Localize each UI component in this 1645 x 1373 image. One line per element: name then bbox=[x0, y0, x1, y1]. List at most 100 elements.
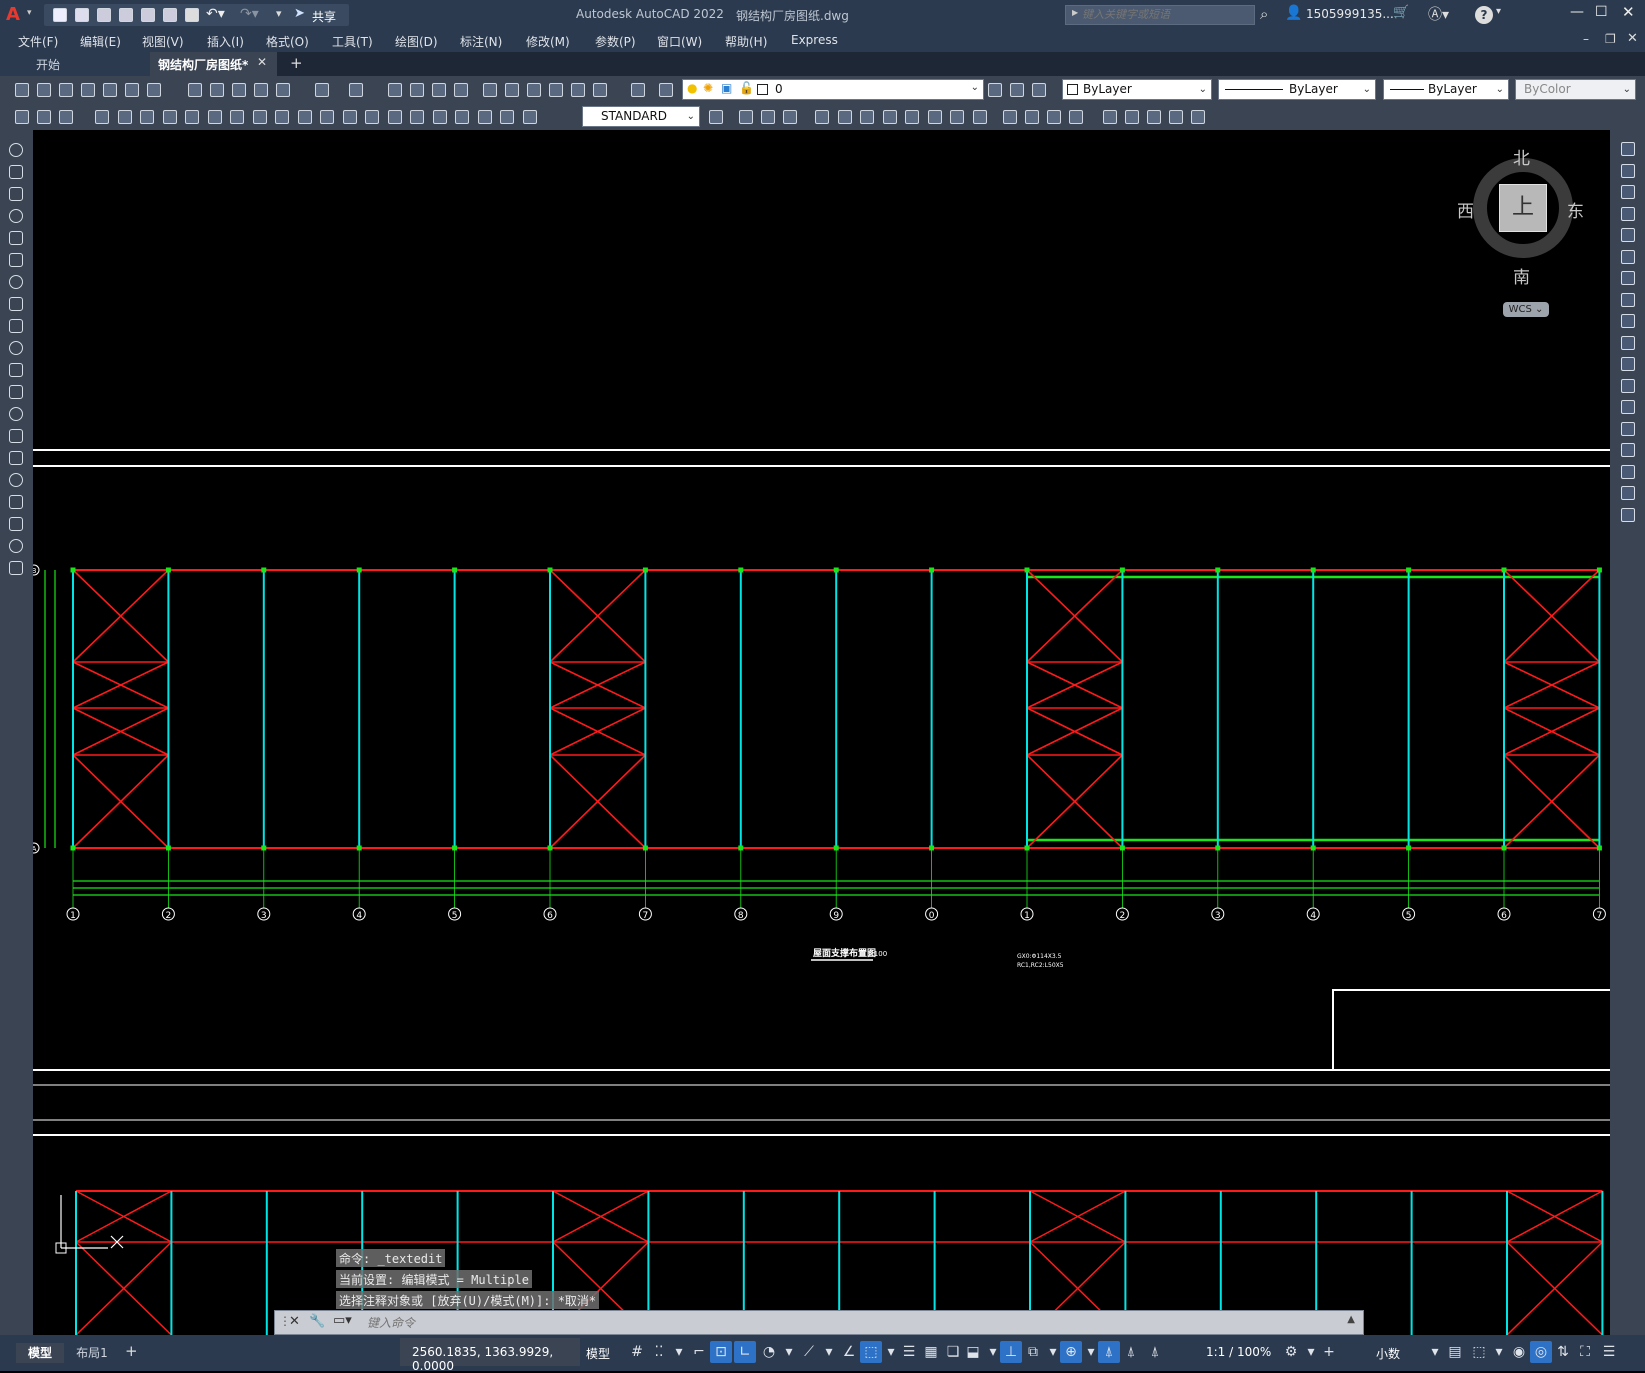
zoom-previous-icon[interactable] bbox=[451, 80, 471, 100]
dim-update-icon[interactable] bbox=[520, 107, 540, 127]
lineweight-dropdown[interactable]: ByLayer ⌄ bbox=[1383, 79, 1509, 100]
break-at-point-icon[interactable] bbox=[1619, 377, 1637, 395]
offset-icon[interactable] bbox=[1619, 205, 1637, 223]
inspect-icon[interactable] bbox=[430, 107, 450, 127]
close-icon[interactable]: ✕ bbox=[1622, 3, 1635, 21]
layer-viewport-icon[interactable]: ▣ bbox=[721, 81, 732, 95]
layer-lock-icon[interactable]: 🔓 bbox=[739, 81, 754, 95]
design-center-icon[interactable] bbox=[502, 80, 522, 100]
publish-icon[interactable] bbox=[138, 5, 158, 25]
menu-edit[interactable]: 编辑(E) bbox=[80, 33, 121, 50]
linetype-dropdown-arrow-icon[interactable]: ⌄ bbox=[1363, 80, 1371, 99]
make-current-layer-icon[interactable] bbox=[1029, 80, 1049, 100]
selection-cycling-icon[interactable]: ❏ bbox=[942, 1341, 964, 1363]
fullscreen-icon[interactable]: ⛶ bbox=[1574, 1341, 1596, 1363]
jogged-linear-icon[interactable] bbox=[452, 107, 472, 127]
insert-block-icon[interactable] bbox=[7, 383, 25, 401]
angular-icon[interactable] bbox=[250, 107, 270, 127]
auto-scale-icon[interactable]: ⍋ bbox=[1120, 1341, 1142, 1363]
isodraft-icon[interactable]: ⟋ bbox=[798, 1341, 820, 1363]
dimstyle-dropdown-arrow-icon[interactable]: ⌄ bbox=[687, 107, 695, 126]
annotation-scale-icon[interactable]: ⍋ bbox=[1144, 1341, 1166, 1363]
lineweight-icon[interactable]: ☰ bbox=[898, 1341, 920, 1363]
array-3d-icon[interactable] bbox=[780, 107, 800, 127]
quickcalc-icon[interactable] bbox=[590, 80, 610, 100]
rotate-icon[interactable] bbox=[1619, 269, 1637, 287]
multiline-text-icon[interactable] bbox=[7, 537, 25, 555]
lock-ui-icon[interactable]: ⬚ bbox=[1468, 1341, 1490, 1363]
layer-dropdown[interactable]: ● ✺ ▣ 🔓 0 ⌄ bbox=[682, 79, 984, 100]
table-icon[interactable] bbox=[12, 107, 32, 127]
customize-status-icon[interactable]: ☰ bbox=[1598, 1341, 1620, 1363]
dynamic-ucs-icon[interactable]: ⊥ bbox=[1000, 1341, 1022, 1363]
menu-parametric[interactable]: 参数(P) bbox=[595, 33, 636, 50]
cart-icon[interactable]: 🛒 bbox=[1393, 5, 1409, 20]
new-icon[interactable] bbox=[12, 80, 32, 100]
viewcube-south[interactable]: 南 bbox=[1513, 263, 1530, 288]
layer-dropdown-arrow-icon[interactable]: ⌄ bbox=[971, 82, 979, 93]
transparency-icon[interactable]: ▦ bbox=[920, 1341, 942, 1363]
layer-freeze-icon[interactable]: ✺ bbox=[703, 81, 713, 95]
ellipse-arc-icon[interactable] bbox=[7, 361, 25, 379]
infer-constraints-icon[interactable]: ⌐ bbox=[688, 1341, 710, 1363]
pan-icon[interactable] bbox=[385, 80, 405, 100]
blend-icon[interactable] bbox=[970, 107, 990, 127]
match-properties-icon[interactable] bbox=[251, 80, 271, 100]
app-menu-arrow-icon[interactable]: ▾ bbox=[27, 8, 32, 18]
viewcube-top-face[interactable]: 上 bbox=[1499, 184, 1547, 232]
user-icon[interactable]: 👤 bbox=[1285, 5, 1302, 21]
break-icon[interactable] bbox=[880, 107, 900, 127]
layout-tab-layout1[interactable]: 布局1 bbox=[68, 1343, 116, 1363]
tab-start[interactable]: 开始 bbox=[0, 52, 150, 76]
layer-properties-icon[interactable] bbox=[985, 80, 1005, 100]
help-toolbar-icon[interactable] bbox=[628, 80, 648, 100]
layer-previous-icon[interactable] bbox=[1007, 80, 1027, 100]
menu-tools[interactable]: 工具(T) bbox=[332, 33, 373, 50]
redo-icon[interactable] bbox=[346, 80, 366, 100]
doc-close-icon[interactable]: ✕ bbox=[1627, 31, 1638, 46]
copy-3d-icon[interactable] bbox=[758, 107, 778, 127]
ellipse-icon[interactable] bbox=[7, 339, 25, 357]
redo-icon[interactable]: ↷▾ bbox=[240, 6, 259, 22]
annotation-scale[interactable]: 1:1 / 100% bbox=[1206, 1345, 1271, 1359]
layer-state-icon[interactable] bbox=[656, 80, 676, 100]
plot-icon[interactable] bbox=[182, 5, 202, 25]
snap-dropdown-icon[interactable]: ▾ bbox=[668, 1341, 690, 1363]
linear-dim-icon[interactable] bbox=[92, 107, 112, 127]
help-icon[interactable]: ? bbox=[1475, 6, 1493, 24]
quick-dim-icon[interactable] bbox=[272, 107, 292, 127]
customize-qat-icon[interactable]: ▾ bbox=[276, 7, 282, 20]
properties-icon[interactable] bbox=[480, 80, 500, 100]
line-icon[interactable] bbox=[7, 141, 25, 159]
share-icon[interactable]: ➤ bbox=[294, 6, 305, 21]
menu-file[interactable]: 文件(F) bbox=[18, 33, 58, 50]
polyline-icon[interactable] bbox=[7, 185, 25, 203]
command-customize-icon[interactable]: 🔧 bbox=[309, 1314, 325, 1329]
dim-space-icon[interactable] bbox=[340, 107, 360, 127]
undo-icon[interactable] bbox=[312, 80, 332, 100]
publish-icon[interactable] bbox=[122, 80, 142, 100]
tool-b-icon[interactable] bbox=[56, 107, 76, 127]
gradient-icon[interactable] bbox=[7, 471, 25, 489]
menu-dimension[interactable]: 标注(N) bbox=[460, 33, 502, 50]
move-icon[interactable] bbox=[1619, 248, 1637, 266]
trim-icon[interactable] bbox=[1619, 334, 1637, 352]
polar-icon[interactable]: ◔ bbox=[758, 1341, 780, 1363]
undo-icon[interactable]: ↶▾ bbox=[206, 6, 225, 22]
ortho-icon[interactable]: ∟ bbox=[734, 1341, 756, 1363]
app-logo[interactable]: A bbox=[6, 4, 28, 26]
aligned-dim-icon[interactable] bbox=[115, 107, 135, 127]
explode-icon[interactable] bbox=[1066, 107, 1086, 127]
fillet-icon[interactable] bbox=[947, 107, 967, 127]
color-dropdown[interactable]: ByLayer ⌄ bbox=[1062, 79, 1212, 100]
mirror-icon[interactable] bbox=[1619, 183, 1637, 201]
revolve-icon[interactable] bbox=[1122, 107, 1142, 127]
isodraft-dropdown-icon[interactable]: ▾ bbox=[818, 1341, 840, 1363]
grid-icon[interactable]: # bbox=[626, 1341, 648, 1363]
markup-icon[interactable] bbox=[568, 80, 588, 100]
snap-icon[interactable]: ⁚⁚ bbox=[648, 1341, 670, 1363]
help-dropdown-icon[interactable]: ▾ bbox=[1496, 6, 1501, 17]
explode-obj-icon[interactable] bbox=[1619, 506, 1637, 524]
dimstyle-dropdown[interactable]: STANDARD ⌄ bbox=[582, 106, 700, 127]
add-selected-icon[interactable] bbox=[7, 559, 25, 577]
